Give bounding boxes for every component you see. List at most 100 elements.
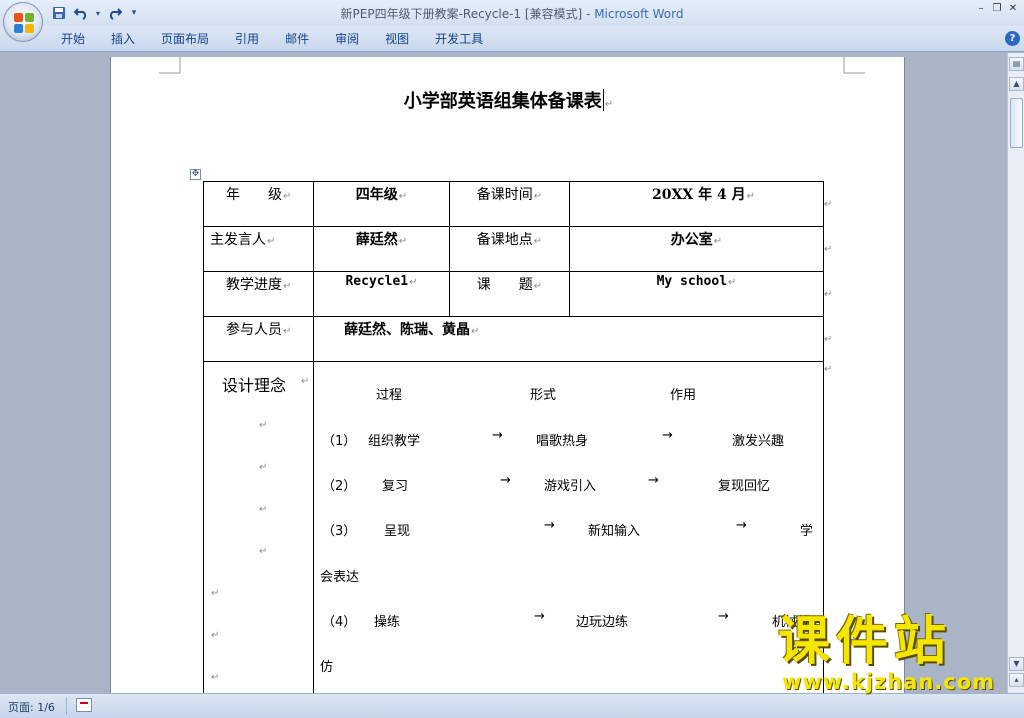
paragraph-mark: ↵ xyxy=(211,588,220,599)
crop-mark-left xyxy=(159,57,181,74)
arrow-icon: → xyxy=(500,473,511,488)
grade-label: 年 级 xyxy=(226,187,282,203)
lesson-plan-table: 年 级↵ 四年级↵ 备课时间↵ 20XX 年 4 月↵ 主发言人↵ 薛廷然↵ 备… xyxy=(203,181,824,693)
row-end-mark: ↵ xyxy=(824,364,833,375)
design-label-cell[interactable]: 设计理念 ↵ ↵ ↵ ↵ ↵ ↵ ↵ ↵ xyxy=(203,361,314,693)
participants-value-cell[interactable]: 薛廷然、陈瑞、黄晶↵ xyxy=(313,316,824,362)
office-button[interactable] xyxy=(3,2,43,42)
paragraph-mark: ↵ xyxy=(211,672,220,683)
document-page[interactable]: 小学部英语组集体备课表 ↵ ✥ 年 级↵ 四年级↵ 备课时间↵ 20XX 年 4 … xyxy=(110,57,905,693)
step-effect-continued: 仿 xyxy=(320,660,334,675)
document-name: 新PEP四年级下册教案-Recycle-1 [兼容模式] - xyxy=(340,7,595,21)
step-number: （4） xyxy=(322,615,357,630)
page-indicator[interactable]: 页面: 1/6 xyxy=(8,699,55,715)
place-label-cell[interactable]: 备课地点↵ xyxy=(449,226,570,272)
arrow-icon: → xyxy=(736,518,747,533)
time-value-cell[interactable]: 20XX 年 4 月↵ xyxy=(569,181,824,227)
grade-value: 四年级 xyxy=(355,187,398,203)
watermark-url: www.kjzhan.com xyxy=(782,670,996,694)
scroll-up-icon[interactable]: ▲ xyxy=(1009,77,1024,91)
place-value-cell[interactable]: 办公室↵ xyxy=(569,226,824,272)
vertical-scrollbar[interactable]: ▤ ▲ ▼ ▴ xyxy=(1007,53,1024,693)
arrow-icon: → xyxy=(492,428,503,443)
arrow-icon: → xyxy=(544,518,555,533)
row-end-mark: ↵ xyxy=(824,289,833,300)
tab-references[interactable]: 引用 xyxy=(222,31,272,47)
step-number: （3） xyxy=(322,524,357,539)
step-effect: 激发兴趣 xyxy=(732,434,785,449)
arrow-icon: → xyxy=(648,473,659,488)
row-end-mark: ↵ xyxy=(824,199,833,210)
table-row: 教学进度↵ Recycle1↵ 课 题↵ My school↵ xyxy=(203,271,824,317)
arrow-icon: → xyxy=(662,428,673,443)
speaker-label: 主发言人 xyxy=(210,232,266,248)
step-process: 呈现 xyxy=(384,524,411,539)
tab-page-layout[interactable]: 页面布局 xyxy=(148,31,222,47)
office-logo-icon xyxy=(14,13,34,33)
place-value: 办公室 xyxy=(670,232,713,248)
tab-developer[interactable]: 开发工具 xyxy=(422,31,496,47)
tab-view[interactable]: 视图 xyxy=(372,31,422,47)
paragraph-mark: ↵ xyxy=(301,376,310,387)
step-effect-continued: 会表达 xyxy=(320,570,360,585)
step-form: 边玩边练 xyxy=(576,615,629,630)
topic-label-cell[interactable]: 课 题↵ xyxy=(449,271,570,317)
step-number: （2） xyxy=(322,479,357,494)
paragraph-mark: ↵ xyxy=(259,546,268,557)
ruler-toggle-icon[interactable]: ▤ xyxy=(1009,57,1024,71)
topic-value: My school xyxy=(656,274,728,289)
step-form: 游戏引入 xyxy=(544,479,597,494)
table-row: 设计理念 ↵ ↵ ↵ ↵ ↵ ↵ ↵ ↵ 过程 形式 作用 （1） 组织教学 →… xyxy=(203,361,824,693)
proofing-icon[interactable] xyxy=(76,698,92,712)
topic-value-cell[interactable]: My school↵ xyxy=(569,271,824,317)
help-icon[interactable]: ? xyxy=(1005,31,1020,46)
close-button[interactable]: ✕ xyxy=(1006,2,1020,16)
step-process: 复习 xyxy=(382,479,409,494)
tab-insert[interactable]: 插入 xyxy=(98,31,148,47)
effect-header: 作用 xyxy=(670,388,697,403)
step-form: 新知输入 xyxy=(588,524,641,539)
time-label: 备课时间 xyxy=(476,187,533,203)
step-number: （1） xyxy=(322,434,357,449)
table-row: 主发言人↵ 薛廷然↵ 备课地点↵ 办公室↵ xyxy=(203,226,824,272)
document-title[interactable]: 小学部英语组集体备课表 ↵ xyxy=(111,87,906,113)
grade-value-cell[interactable]: 四年级↵ xyxy=(313,181,450,227)
participants-label-cell[interactable]: 参与人员↵ xyxy=(203,316,314,362)
speaker-label-cell[interactable]: 主发言人↵ xyxy=(203,226,314,272)
step-effect: 学 xyxy=(800,524,814,539)
form-header: 形式 xyxy=(530,388,557,403)
speaker-value-cell[interactable]: 薛廷然↵ xyxy=(313,226,450,272)
watermark: 课件站 www.kjzhan.com xyxy=(772,612,1024,694)
minimize-button[interactable]: – xyxy=(974,2,988,16)
paragraph-mark: ↵ xyxy=(211,630,220,641)
ribbon: 开始 插入 页面布局 引用 邮件 审阅 视图 开发工具 ? xyxy=(0,26,1024,52)
grade-label-cell[interactable]: 年 级↵ xyxy=(203,181,314,227)
table-move-handle-icon[interactable]: ✥ xyxy=(190,169,201,180)
table-row: 年 级↵ 四年级↵ 备课时间↵ 20XX 年 4 月↵ xyxy=(203,181,824,227)
time-value: 20XX 年 4 月 xyxy=(652,187,746,203)
window-title: 新PEP四年级下册教案-Recycle-1 [兼容模式] - Microsoft… xyxy=(0,5,1024,22)
participants-label: 参与人员 xyxy=(226,322,282,338)
tab-review[interactable]: 审阅 xyxy=(322,31,372,47)
paragraph-mark: ↵ xyxy=(259,504,268,515)
title-bar: ▾ ▾ 新PEP四年级下册教案-Recycle-1 [兼容模式] - Micro… xyxy=(0,0,1024,26)
step-process: 操练 xyxy=(374,615,401,630)
restore-button[interactable]: ❐ xyxy=(990,2,1004,16)
tab-mailings[interactable]: 邮件 xyxy=(272,31,322,47)
progress-value-cell[interactable]: Recycle1↵ xyxy=(313,271,450,317)
scrollbar-thumb[interactable] xyxy=(1010,98,1023,148)
place-label: 备课地点 xyxy=(476,232,533,248)
app-name: Microsoft Word xyxy=(594,7,684,21)
progress-label-cell[interactable]: 教学进度↵ xyxy=(203,271,314,317)
tab-home[interactable]: 开始 xyxy=(48,31,98,47)
step-process: 组织教学 xyxy=(368,434,421,449)
participants-value: 薛廷然、陈瑞、黄晶 xyxy=(344,322,470,338)
time-label-cell[interactable]: 备课时间↵ xyxy=(449,181,570,227)
crop-mark-right xyxy=(843,57,865,74)
speaker-value: 薛廷然 xyxy=(355,232,398,248)
design-process-cell[interactable]: 过程 形式 作用 （1） 组织教学 → 唱歌热身 → 激发兴趣 （2） 复习 →… xyxy=(313,361,824,693)
status-bar: 页面: 1/6 xyxy=(0,693,1024,718)
step-effect: 复现回忆 xyxy=(718,479,771,494)
paragraph-mark: ↵ xyxy=(259,462,268,473)
row-end-mark: ↵ xyxy=(824,334,833,345)
